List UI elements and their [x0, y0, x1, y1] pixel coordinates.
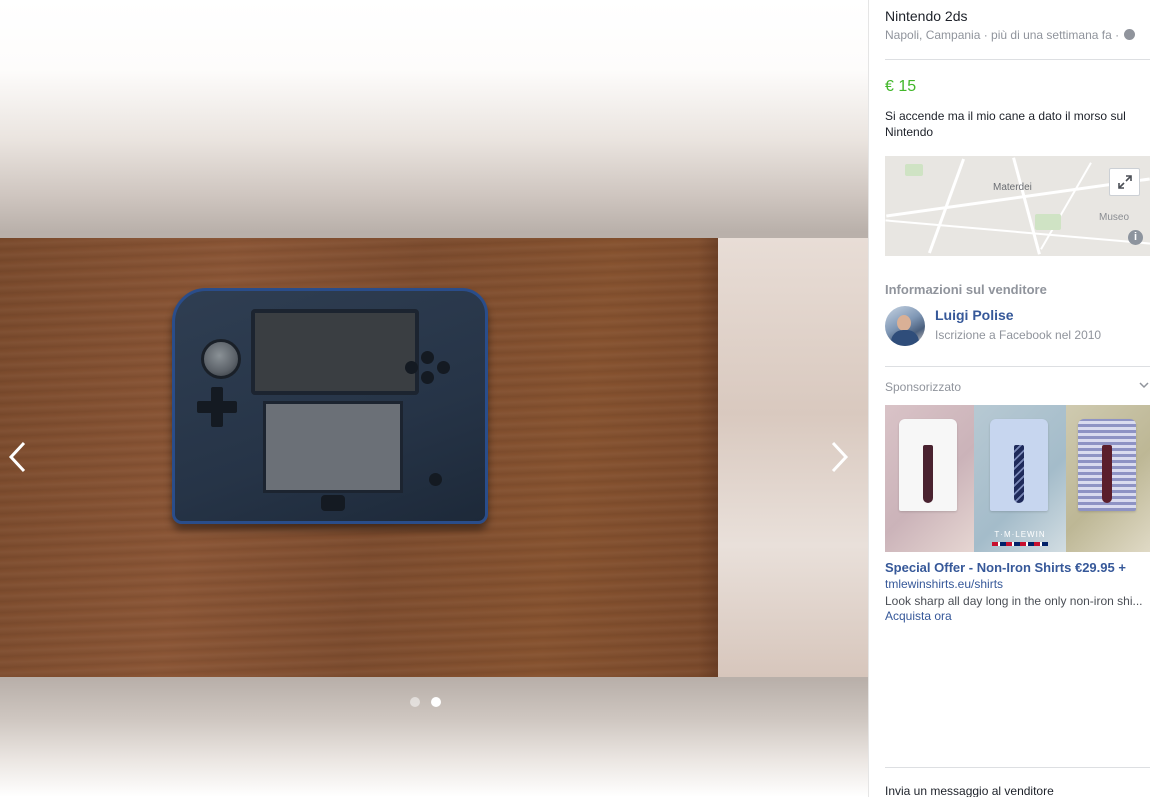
map-road: [1012, 157, 1041, 255]
pagination-dot-active[interactable]: [431, 697, 441, 707]
ad-panel-blue-shirt: T·M·LEWIN: [974, 405, 1066, 552]
device-button: [421, 371, 434, 384]
union-flag-stripe: [992, 542, 1048, 546]
seller-name-link[interactable]: Luigi Polise: [935, 307, 1014, 323]
ad-description: Look sharp all day long in the only non-…: [885, 594, 1143, 608]
device-button: [421, 351, 434, 364]
tie-image: [1014, 445, 1024, 503]
chevron-left-icon[interactable]: [0, 440, 36, 476]
ad-brand-name: T·M·LEWIN: [994, 530, 1046, 539]
ad-cta-link[interactable]: Acquista ora: [885, 609, 952, 623]
ad-image[interactable]: T·M·LEWIN: [885, 405, 1150, 552]
device-bottom-screen: [263, 401, 403, 493]
tie-image: [1102, 445, 1112, 503]
message-seller-link[interactable]: Invia un messaggio al venditore: [885, 784, 1054, 797]
device-dpad-vertical: [211, 387, 223, 427]
tie-image: [923, 445, 933, 503]
ad-title-link[interactable]: Special Offer - Non-Iron Shirts €29.95 +: [885, 560, 1126, 575]
listing-price: € 15: [885, 78, 917, 95]
ad-panel-check-shirt: [1066, 405, 1150, 552]
pagination-dot[interactable]: [410, 697, 420, 707]
ad-panel-white-shirt: [885, 405, 974, 552]
avatar-face: [897, 315, 911, 331]
device-top-screen: [251, 309, 419, 395]
seller-joined: Iscrizione a Facebook nel 2010: [935, 328, 1102, 342]
divider: [885, 767, 1150, 768]
divider: [885, 59, 1150, 60]
seller-section-heading: Informazioni sul venditore: [885, 282, 1047, 297]
map-road: [885, 219, 1150, 245]
expand-arrows-icon[interactable]: [1109, 168, 1140, 196]
gallery-pagination: [410, 697, 441, 707]
listing-meta: Napoli, Campania · più di una settimana …: [885, 28, 1136, 42]
globe-icon: [1124, 29, 1136, 40]
listing-description: Si accende ma il mio cane a dato il mors…: [885, 109, 1126, 139]
marketplace-listing-view: Nintendo 2ds Napoli, Campania · più di u…: [0, 0, 1150, 797]
info-icon[interactable]: i: [1128, 230, 1143, 245]
chevron-down-icon[interactable]: [1139, 378, 1149, 392]
map-park: [1035, 214, 1061, 230]
ad-url-link[interactable]: tmlewinshirts.eu/shirts: [885, 577, 1003, 591]
avatar-body: [891, 330, 919, 346]
sponsored-heading: Sponsorizzato: [885, 380, 962, 394]
divider: [885, 366, 1150, 367]
device-power-button: [429, 473, 442, 486]
chevron-right-icon[interactable]: [821, 440, 857, 476]
map-label: Museo: [1099, 212, 1130, 223]
device-home-button: [321, 495, 345, 511]
listing-details-panel: Nintendo 2ds Napoli, Campania · più di u…: [868, 0, 1150, 797]
device-button: [437, 361, 450, 374]
listing-photo[interactable]: [0, 238, 868, 677]
ad-brand-logo: T·M·LEWIN: [974, 530, 1066, 546]
avatar[interactable]: [885, 306, 925, 346]
device-circle-pad: [201, 339, 241, 379]
listing-title: Nintendo 2ds: [885, 8, 968, 24]
map-label: Materdei: [993, 182, 1032, 193]
device-button: [405, 361, 418, 374]
shirt-image: [990, 419, 1048, 511]
shirt-image: [899, 419, 957, 511]
location-map[interactable]: Materdei Museo i: [885, 156, 1150, 256]
listing-location-time: Napoli, Campania · più di una settimana …: [885, 28, 1120, 42]
map-park: [905, 164, 923, 176]
shirt-image: [1078, 419, 1136, 511]
photo-gallery: [0, 0, 868, 797]
nintendo-2ds-device: [172, 288, 488, 524]
